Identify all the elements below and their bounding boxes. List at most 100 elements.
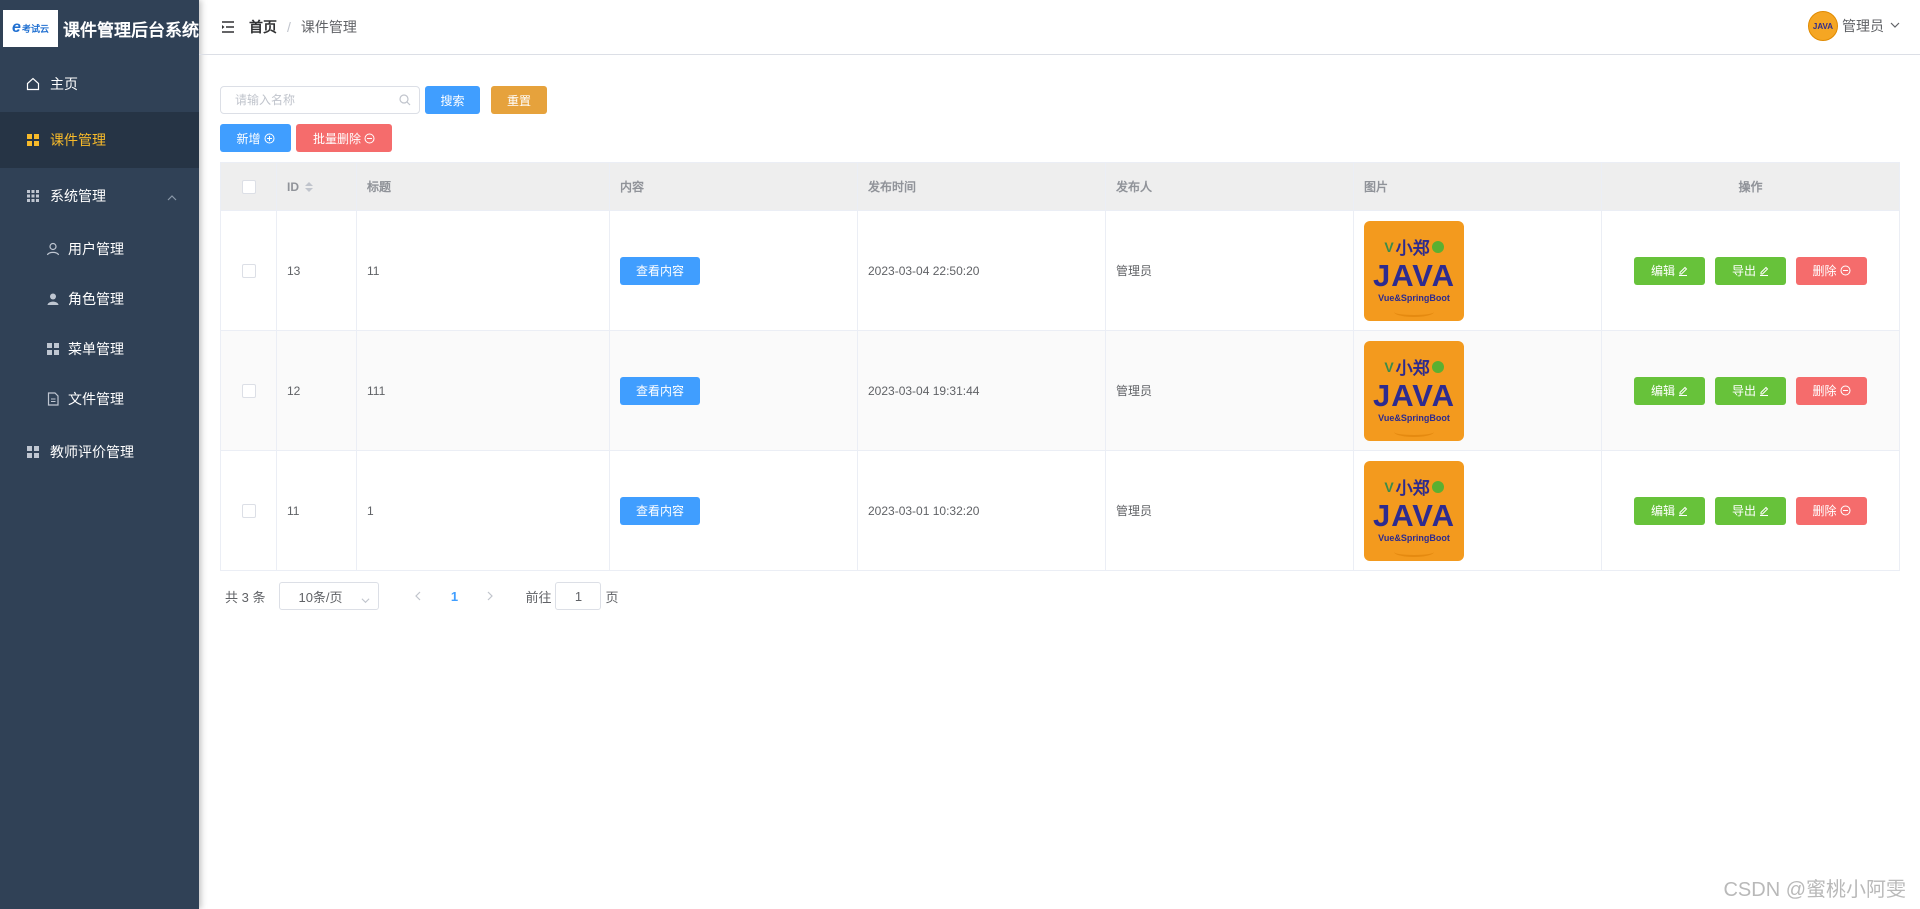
thumbnail-brand: 小郑: [1395, 359, 1430, 378]
pagination: 共 3 条 10条/页 1 前往 页: [225, 582, 619, 610]
sidebar-item-system[interactable]: 系统管理: [0, 168, 199, 224]
search-button-label: 搜索: [440, 93, 465, 108]
breadcrumb-home[interactable]: 首页: [249, 17, 277, 37]
course-thumbnail[interactable]: V 小郑 JAVA Vue&SpringBoot: [1364, 220, 1464, 321]
search-button[interactable]: 搜索: [425, 86, 480, 114]
user-menu[interactable]: JAVA 管理员: [1808, 11, 1900, 41]
breadcrumb-current: 课件管理: [300, 19, 357, 35]
search-input[interactable]: [221, 87, 419, 113]
edit-button[interactable]: 编辑: [1634, 496, 1705, 525]
column-header-id[interactable]: ID: [277, 163, 357, 210]
reset-button-label: 重置: [506, 93, 531, 108]
cell-content: 查看内容: [610, 331, 858, 450]
prev-page-icon[interactable]: [403, 591, 433, 601]
delete-button-label: 删除: [1812, 264, 1837, 278]
user-name: 管理员: [1842, 18, 1884, 34]
delete-button[interactable]: 删除: [1796, 496, 1867, 525]
course-thumbnail[interactable]: V 小郑 JAVA Vue&SpringBoot: [1364, 340, 1464, 441]
logo-text: 考试云: [21, 23, 49, 34]
cell-title: 1: [357, 451, 610, 570]
sidebar-item-label: 系统管理: [50, 188, 106, 204]
user-icon: [44, 242, 62, 256]
column-header-publisher: 发布人: [1106, 163, 1354, 210]
page-size-select[interactable]: 10条/页: [279, 582, 380, 610]
edit-button[interactable]: 编辑: [1634, 376, 1705, 405]
cell-id: 12: [277, 331, 357, 450]
circle-plus-icon: [264, 133, 275, 144]
sort-caret-icon[interactable]: [305, 181, 313, 192]
export-button[interactable]: 导出: [1715, 376, 1786, 405]
column-header-title: 标题: [357, 163, 610, 210]
next-page-icon[interactable]: [475, 591, 505, 601]
table-header: ID 标题 内容 发布时间 发布人 图片 操作: [221, 163, 1899, 210]
thumbnail-line3: Vue&SpringBoot: [1378, 293, 1450, 303]
table-row: 11 1 查看内容 2023-03-01 10:32:20 管理员 V 小郑 JA…: [221, 450, 1899, 570]
page-number-current[interactable]: 1: [439, 589, 469, 604]
goto-page-input[interactable]: [555, 582, 602, 610]
sidebar-item-teacher-eval[interactable]: 教师评价管理: [0, 424, 199, 480]
fold-menu-icon[interactable]: [221, 21, 235, 33]
thumbnail-line1: V 小郑: [1384, 354, 1444, 379]
sidebar-item-roles[interactable]: 角色管理: [0, 274, 199, 324]
view-content-button[interactable]: 查看内容: [620, 496, 700, 525]
header: 首页 / 课件管理 JAVA 管理员: [199, 0, 1920, 55]
circle-minus-icon: [1840, 265, 1851, 276]
edit-icon: [1678, 386, 1688, 396]
search-input-wrapper: [220, 86, 420, 114]
select-all-checkbox[interactable]: [241, 179, 256, 194]
sidebar-item-label: 文件管理: [68, 391, 124, 407]
thumbnail-line1: V 小郑: [1384, 474, 1444, 499]
thumbnail-line3: Vue&SpringBoot: [1378, 533, 1450, 543]
sidebar-item-home[interactable]: 主页: [0, 56, 199, 112]
sidebar-item-label: 用户管理: [68, 241, 124, 257]
thumbnail-brand: 小郑: [1395, 239, 1430, 258]
sidebar-item-menus[interactable]: 菜单管理: [0, 324, 199, 374]
edit-button[interactable]: 编辑: [1634, 256, 1705, 285]
batch-delete-button[interactable]: 批量删除: [296, 124, 392, 152]
circle-minus-icon: [1840, 505, 1851, 516]
sidebar-item-files[interactable]: 文件管理: [0, 374, 199, 424]
row-checkbox[interactable]: [241, 383, 256, 398]
sidebar-item-users[interactable]: 用户管理: [0, 224, 199, 274]
column-header-label: 发布人: [1116, 180, 1153, 194]
column-header-label: ID: [287, 179, 299, 194]
export-button[interactable]: 导出: [1715, 256, 1786, 285]
thumbnail-brand: 小郑: [1395, 479, 1430, 498]
export-button-label: 导出: [1731, 264, 1756, 278]
row-checkbox[interactable]: [241, 503, 256, 518]
cell-publisher: 管理员: [1106, 451, 1354, 570]
cell-actions: 编辑 导出 删除: [1602, 451, 1899, 570]
thumbnail-line2: JAVA: [1372, 498, 1456, 533]
cell-actions: 编辑 导出 删除: [1602, 331, 1899, 450]
cell-time: 2023-03-01 10:32:20: [858, 451, 1106, 570]
view-content-button[interactable]: 查看内容: [620, 376, 700, 405]
watermark: CSDN @蜜桃小阿雯: [1723, 879, 1906, 901]
column-header-image: 图片: [1354, 163, 1602, 210]
search-icon: [399, 94, 411, 109]
document-icon: [44, 392, 62, 406]
add-button[interactable]: 新增: [220, 124, 291, 152]
cell-publisher: 管理员: [1106, 331, 1354, 450]
thumbnail-line1: V 小郑: [1384, 234, 1444, 259]
sidebar-item-label: 教师评价管理: [50, 444, 134, 460]
export-button[interactable]: 导出: [1715, 496, 1786, 525]
thumbnail-line3: Vue&SpringBoot: [1378, 413, 1450, 423]
column-header-label: 发布时间: [868, 180, 917, 194]
grid-icon: [24, 133, 42, 147]
sidebar-item-courseware[interactable]: 课件管理: [0, 112, 199, 168]
add-button-label: 新增: [236, 131, 261, 146]
chevron-down-icon: [361, 593, 370, 608]
delete-button[interactable]: 删除: [1796, 376, 1867, 405]
delete-button[interactable]: 删除: [1796, 256, 1867, 285]
user-solid-icon: [44, 292, 62, 306]
row-checkbox[interactable]: [241, 263, 256, 278]
course-thumbnail[interactable]: V 小郑 JAVA Vue&SpringBoot: [1364, 460, 1464, 561]
avatar: JAVA: [1808, 11, 1838, 41]
edit-icon: [1678, 506, 1688, 516]
goto-label: 前往: [525, 589, 552, 605]
edit-icon: [1759, 506, 1769, 516]
table-row: 12 111 查看内容 2023-03-04 19:31:44 管理员 V 小郑 …: [221, 330, 1899, 450]
reset-button[interactable]: 重置: [491, 86, 547, 114]
view-content-button[interactable]: 查看内容: [620, 256, 700, 285]
export-button-label: 导出: [1731, 504, 1756, 518]
